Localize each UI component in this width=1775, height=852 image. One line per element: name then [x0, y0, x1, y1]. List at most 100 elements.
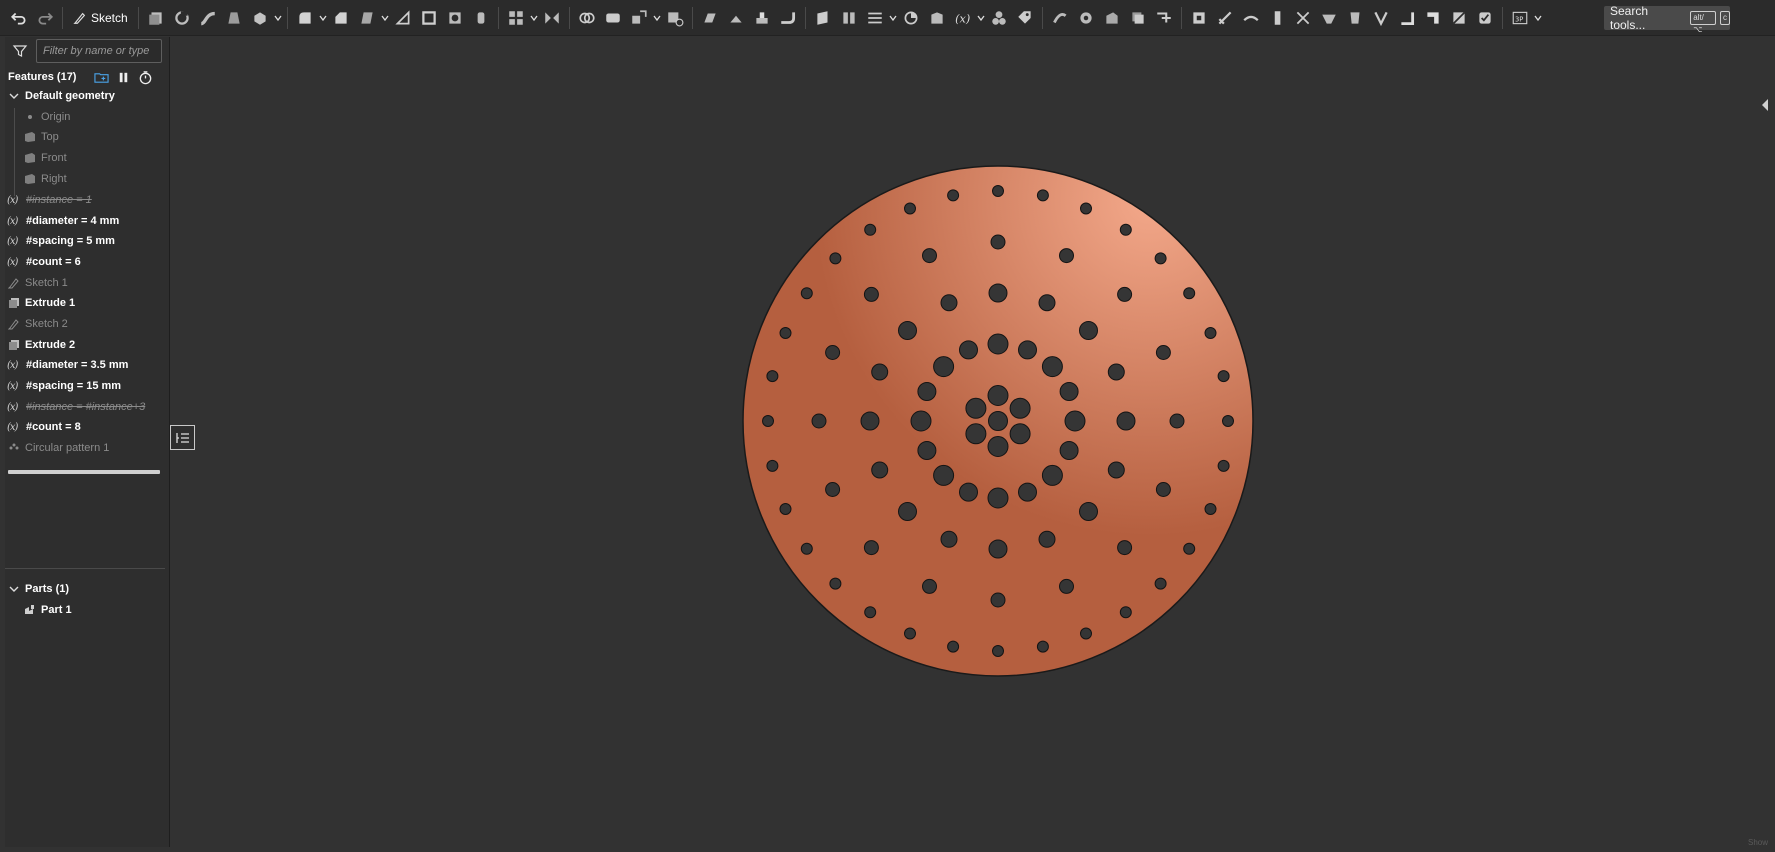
hole[interactable]	[762, 415, 774, 427]
hole[interactable]	[1079, 502, 1098, 521]
hole[interactable]	[864, 223, 877, 236]
feature-variable-instance[interactable]: (x) #instance = 1	[7, 190, 167, 210]
extrude-icon[interactable]	[144, 6, 168, 30]
hole[interactable]	[1107, 461, 1125, 479]
hole[interactable]	[1018, 340, 1037, 360]
hole[interactable]	[1059, 248, 1074, 264]
hole[interactable]	[947, 640, 960, 653]
redo-icon[interactable]	[33, 6, 57, 30]
wrap-icon[interactable]	[1100, 6, 1124, 30]
chevron-down-icon[interactable]	[273, 6, 283, 30]
tab-icon[interactable]	[750, 6, 774, 30]
hole[interactable]	[1155, 345, 1171, 360]
add-folder-icon[interactable]	[92, 68, 110, 86]
hole[interactable]	[1154, 252, 1167, 265]
hole[interactable]	[766, 459, 779, 472]
hole[interactable]	[947, 189, 960, 202]
hole[interactable]	[987, 436, 1009, 457]
hole[interactable]	[965, 397, 987, 419]
tree-item-right-plane[interactable]: Right	[23, 169, 183, 189]
hole[interactable]	[904, 627, 916, 640]
feature-variable-count-2[interactable]: (x) #count = 8	[7, 417, 167, 437]
loft-icon[interactable]	[222, 6, 246, 30]
hole[interactable]	[864, 606, 877, 619]
section-view-icon[interactable]	[925, 6, 949, 30]
sweep-icon[interactable]	[196, 6, 220, 30]
chevron-down-icon[interactable]	[652, 6, 662, 30]
filter-input[interactable]	[36, 39, 162, 63]
isocline-icon[interactable]	[1447, 6, 1471, 30]
cut-list-icon[interactable]	[1291, 6, 1315, 30]
hole[interactable]	[1059, 441, 1079, 460]
feature-variable-spacing[interactable]: (x) #spacing = 5 mm	[7, 231, 167, 251]
hole[interactable]	[910, 410, 932, 432]
chevron-down-icon[interactable]	[380, 6, 390, 30]
hole[interactable]	[800, 287, 813, 300]
hole[interactable]	[1041, 356, 1063, 378]
hole[interactable]	[800, 542, 813, 555]
hole[interactable]	[779, 327, 792, 339]
tree-item-origin[interactable]: Origin	[23, 107, 183, 127]
tree-item-front-plane[interactable]: Front	[23, 148, 183, 168]
hole[interactable]	[1036, 640, 1049, 653]
parts-section-header[interactable]: Parts (1)	[7, 579, 167, 599]
hole[interactable]	[1009, 423, 1031, 445]
hole[interactable]	[1041, 464, 1063, 486]
helix-icon[interactable]	[1343, 6, 1367, 30]
shell-icon[interactable]	[417, 6, 441, 30]
delete-part-icon[interactable]	[663, 6, 687, 30]
hole[interactable]	[987, 385, 1009, 406]
hole[interactable]	[1038, 294, 1056, 312]
chevron-down-icon[interactable]	[888, 6, 898, 30]
chevron-down-icon[interactable]	[1533, 6, 1543, 30]
hole[interactable]	[1183, 542, 1196, 555]
feature-variable-instance-2[interactable]: (x) #instance = #instance+3	[7, 397, 167, 417]
hole[interactable]	[860, 411, 880, 431]
timer-icon[interactable]	[136, 68, 154, 86]
3d-view-icon[interactable]: 3P	[1508, 6, 1532, 30]
hole[interactable]	[987, 333, 1009, 355]
mirror-icon[interactable]	[540, 6, 564, 30]
chevron-down-icon[interactable]	[529, 6, 539, 30]
hole[interactable]	[1116, 411, 1136, 431]
hole[interactable]	[825, 345, 841, 360]
chevron-down-icon[interactable]	[976, 6, 986, 30]
project-curve-icon[interactable]	[1369, 6, 1393, 30]
hole[interactable]	[811, 413, 827, 429]
hole[interactable]	[898, 502, 917, 521]
hole[interactable]	[988, 283, 1008, 303]
mate-connector-icon[interactable]	[837, 6, 861, 30]
hole[interactable]	[766, 370, 779, 383]
hole[interactable]	[829, 252, 842, 265]
variable-icon[interactable]: (x)	[951, 6, 975, 30]
hole[interactable]	[987, 487, 1009, 509]
list-icon[interactable]	[863, 6, 887, 30]
fillet-icon[interactable]	[293, 6, 317, 30]
split-icon[interactable]	[601, 6, 625, 30]
model-view[interactable]	[170, 37, 1775, 847]
feature-variable-diameter-2[interactable]: (x) #diameter = 3.5 mm	[7, 355, 167, 375]
hole[interactable]	[988, 411, 1008, 431]
hole[interactable]	[959, 482, 978, 502]
hole[interactable]	[863, 286, 879, 302]
hole[interactable]	[1009, 397, 1031, 419]
hole[interactable]	[825, 482, 841, 497]
pause-icon[interactable]	[114, 68, 132, 86]
hole[interactable]	[1204, 503, 1217, 515]
chevron-down-icon[interactable]	[7, 89, 21, 103]
hole[interactable]	[940, 530, 958, 548]
feature-sketch-1[interactable]: Sketch 1	[7, 273, 167, 293]
hole[interactable]	[1204, 327, 1217, 339]
feature-variable-diameter[interactable]: (x) #diameter = 4 mm	[7, 211, 167, 231]
filter-icon[interactable]	[12, 43, 28, 59]
hole[interactable]	[1155, 482, 1171, 497]
feature-variable-count[interactable]: (x) #count = 6	[7, 252, 167, 272]
hole[interactable]	[922, 248, 937, 264]
cylinder-icon[interactable]	[469, 6, 493, 30]
hole[interactable]	[959, 340, 978, 360]
hole[interactable]	[871, 461, 889, 479]
hole[interactable]	[898, 321, 917, 340]
hole[interactable]	[1154, 577, 1167, 590]
hole[interactable]	[1059, 578, 1074, 594]
hole[interactable]	[988, 539, 1008, 559]
